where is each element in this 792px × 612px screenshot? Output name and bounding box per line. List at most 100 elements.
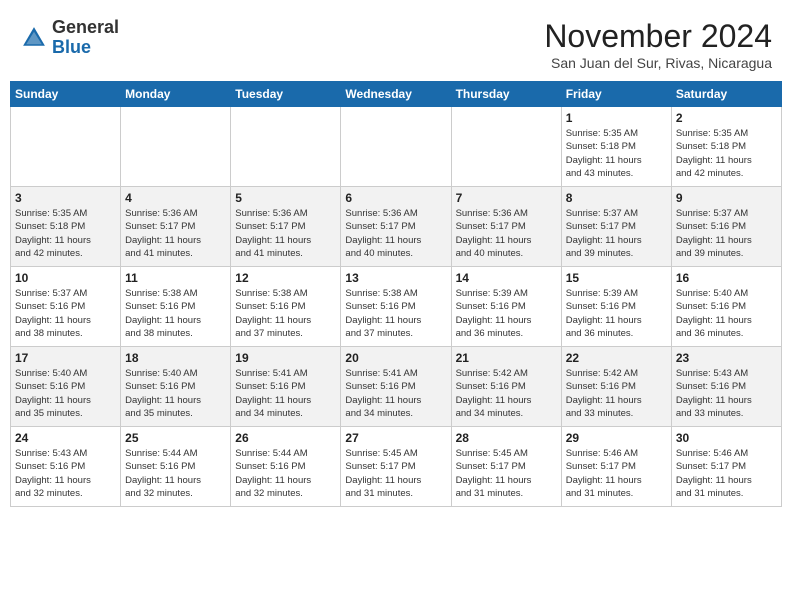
calendar-table: SundayMondayTuesdayWednesdayThursdayFrid… [10, 81, 782, 507]
calendar-cell: 30 Sunrise: 5:46 AM Sunset: 5:17 PM Dayli… [671, 427, 781, 507]
cell-info: Sunrise: 5:38 AM Sunset: 5:16 PM Dayligh… [125, 287, 226, 340]
weekday-header-saturday: Saturday [671, 82, 781, 107]
logo: General Blue [20, 18, 119, 58]
cell-info: Sunrise: 5:35 AM Sunset: 5:18 PM Dayligh… [676, 127, 777, 180]
day-number: 21 [456, 351, 557, 365]
cell-info: Sunrise: 5:38 AM Sunset: 5:16 PM Dayligh… [345, 287, 446, 340]
calendar-cell: 7 Sunrise: 5:36 AM Sunset: 5:17 PM Daylig… [451, 187, 561, 267]
calendar-cell: 4 Sunrise: 5:36 AM Sunset: 5:17 PM Daylig… [121, 187, 231, 267]
cell-info: Sunrise: 5:41 AM Sunset: 5:16 PM Dayligh… [235, 367, 336, 420]
calendar-cell [341, 107, 451, 187]
page-header: General Blue November 2024 San Juan del … [10, 10, 782, 75]
month-year: November 2024 [544, 18, 772, 55]
day-number: 24 [15, 431, 116, 445]
cell-info: Sunrise: 5:42 AM Sunset: 5:16 PM Dayligh… [566, 367, 667, 420]
cell-info: Sunrise: 5:39 AM Sunset: 5:16 PM Dayligh… [456, 287, 557, 340]
calendar-cell [11, 107, 121, 187]
week-row-5: 24 Sunrise: 5:43 AM Sunset: 5:16 PM Dayli… [11, 427, 782, 507]
calendar-cell: 26Sunrise: 5:44 AM Sunset: 5:16 PM Dayli… [231, 427, 341, 507]
calendar-cell: 29Sunrise: 5:46 AM Sunset: 5:17 PM Dayli… [561, 427, 671, 507]
calendar-cell: 1 Sunrise: 5:35 AM Sunset: 5:18 PM Daylig… [561, 107, 671, 187]
cell-info: Sunrise: 5:37 AM Sunset: 5:16 PM Dayligh… [676, 207, 777, 260]
calendar-cell [451, 107, 561, 187]
day-number: 2 [676, 111, 777, 125]
cell-info: Sunrise: 5:36 AM Sunset: 5:17 PM Dayligh… [235, 207, 336, 260]
day-number: 6 [345, 191, 446, 205]
day-number: 19 [235, 351, 336, 365]
day-number: 12 [235, 271, 336, 285]
day-number: 7 [456, 191, 557, 205]
calendar-cell: 27 Sunrise: 5:45 AM Sunset: 5:17 PM Dayli… [341, 427, 451, 507]
cell-info: Sunrise: 5:41 AM Sunset: 5:16 PM Dayligh… [345, 367, 446, 420]
day-number: 4 [125, 191, 226, 205]
weekday-header-tuesday: Tuesday [231, 82, 341, 107]
cell-info: Sunrise: 5:36 AM Sunset: 5:17 PM Dayligh… [125, 207, 226, 260]
calendar-cell: 6 Sunrise: 5:36 AM Sunset: 5:17 PM Daylig… [341, 187, 451, 267]
cell-info: Sunrise: 5:35 AM Sunset: 5:18 PM Dayligh… [566, 127, 667, 180]
cell-info: Sunrise: 5:37 AM Sunset: 5:17 PM Dayligh… [566, 207, 667, 260]
calendar-cell: 5Sunrise: 5:36 AM Sunset: 5:17 PM Daylig… [231, 187, 341, 267]
day-number: 28 [456, 431, 557, 445]
week-row-2: 3 Sunrise: 5:35 AM Sunset: 5:18 PM Daylig… [11, 187, 782, 267]
logo-blue: Blue [52, 37, 91, 57]
calendar-cell: 19 Sunrise: 5:41 AM Sunset: 5:16 PM Dayli… [231, 347, 341, 427]
cell-info: Sunrise: 5:36 AM Sunset: 5:17 PM Dayligh… [456, 207, 557, 260]
calendar-cell: 18 Sunrise: 5:40 AM Sunset: 5:16 PM Dayli… [121, 347, 231, 427]
cell-info: Sunrise: 5:43 AM Sunset: 5:16 PM Dayligh… [15, 447, 116, 500]
calendar-body: 1 Sunrise: 5:35 AM Sunset: 5:18 PM Daylig… [11, 107, 782, 507]
calendar-cell: 12 Sunrise: 5:38 AM Sunset: 5:16 PM Dayli… [231, 267, 341, 347]
day-number: 18 [125, 351, 226, 365]
logo-text: General Blue [52, 18, 119, 58]
day-number: 23 [676, 351, 777, 365]
day-number: 8 [566, 191, 667, 205]
cell-info: Sunrise: 5:40 AM Sunset: 5:16 PM Dayligh… [15, 367, 116, 420]
day-number: 22 [566, 351, 667, 365]
day-number: 16 [676, 271, 777, 285]
calendar-cell: 11Sunrise: 5:38 AM Sunset: 5:16 PM Dayli… [121, 267, 231, 347]
cell-info: Sunrise: 5:45 AM Sunset: 5:17 PM Dayligh… [456, 447, 557, 500]
title-block: November 2024 San Juan del Sur, Rivas, N… [544, 18, 772, 71]
cell-info: Sunrise: 5:36 AM Sunset: 5:17 PM Dayligh… [345, 207, 446, 260]
cell-info: Sunrise: 5:43 AM Sunset: 5:16 PM Dayligh… [676, 367, 777, 420]
cell-info: Sunrise: 5:46 AM Sunset: 5:17 PM Dayligh… [676, 447, 777, 500]
calendar-cell: 22 Sunrise: 5:42 AM Sunset: 5:16 PM Dayli… [561, 347, 671, 427]
location: San Juan del Sur, Rivas, Nicaragua [544, 55, 772, 71]
day-number: 26 [235, 431, 336, 445]
day-number: 30 [676, 431, 777, 445]
cell-info: Sunrise: 5:37 AM Sunset: 5:16 PM Dayligh… [15, 287, 116, 340]
calendar-cell: 17 Sunrise: 5:40 AM Sunset: 5:16 PM Dayli… [11, 347, 121, 427]
calendar-cell: 28 Sunrise: 5:45 AM Sunset: 5:17 PM Dayli… [451, 427, 561, 507]
calendar-cell: 23 Sunrise: 5:43 AM Sunset: 5:16 PM Dayli… [671, 347, 781, 427]
cell-info: Sunrise: 5:40 AM Sunset: 5:16 PM Dayligh… [125, 367, 226, 420]
weekday-header-wednesday: Wednesday [341, 82, 451, 107]
week-row-4: 17 Sunrise: 5:40 AM Sunset: 5:16 PM Dayli… [11, 347, 782, 427]
calendar-cell: 25 Sunrise: 5:44 AM Sunset: 5:16 PM Dayli… [121, 427, 231, 507]
weekday-header-sunday: Sunday [11, 82, 121, 107]
calendar-cell: 16 Sunrise: 5:40 AM Sunset: 5:16 PM Dayli… [671, 267, 781, 347]
cell-info: Sunrise: 5:40 AM Sunset: 5:16 PM Dayligh… [676, 287, 777, 340]
cell-info: Sunrise: 5:45 AM Sunset: 5:17 PM Dayligh… [345, 447, 446, 500]
day-number: 25 [125, 431, 226, 445]
day-number: 14 [456, 271, 557, 285]
day-number: 29 [566, 431, 667, 445]
cell-info: Sunrise: 5:42 AM Sunset: 5:16 PM Dayligh… [456, 367, 557, 420]
calendar-cell [231, 107, 341, 187]
cell-info: Sunrise: 5:39 AM Sunset: 5:16 PM Dayligh… [566, 287, 667, 340]
weekday-header-friday: Friday [561, 82, 671, 107]
cell-info: Sunrise: 5:38 AM Sunset: 5:16 PM Dayligh… [235, 287, 336, 340]
day-number: 27 [345, 431, 446, 445]
day-number: 9 [676, 191, 777, 205]
day-number: 1 [566, 111, 667, 125]
weekday-header-monday: Monday [121, 82, 231, 107]
cell-info: Sunrise: 5:44 AM Sunset: 5:16 PM Dayligh… [125, 447, 226, 500]
day-number: 17 [15, 351, 116, 365]
calendar-cell: 2 Sunrise: 5:35 AM Sunset: 5:18 PM Daylig… [671, 107, 781, 187]
calendar-cell: 20Sunrise: 5:41 AM Sunset: 5:16 PM Dayli… [341, 347, 451, 427]
day-number: 3 [15, 191, 116, 205]
week-row-1: 1 Sunrise: 5:35 AM Sunset: 5:18 PM Daylig… [11, 107, 782, 187]
week-row-3: 10Sunrise: 5:37 AM Sunset: 5:16 PM Dayli… [11, 267, 782, 347]
calendar-cell: 21 Sunrise: 5:42 AM Sunset: 5:16 PM Dayli… [451, 347, 561, 427]
logo-icon [20, 24, 48, 52]
weekday-header-row: SundayMondayTuesdayWednesdayThursdayFrid… [11, 82, 782, 107]
cell-info: Sunrise: 5:35 AM Sunset: 5:18 PM Dayligh… [15, 207, 116, 260]
